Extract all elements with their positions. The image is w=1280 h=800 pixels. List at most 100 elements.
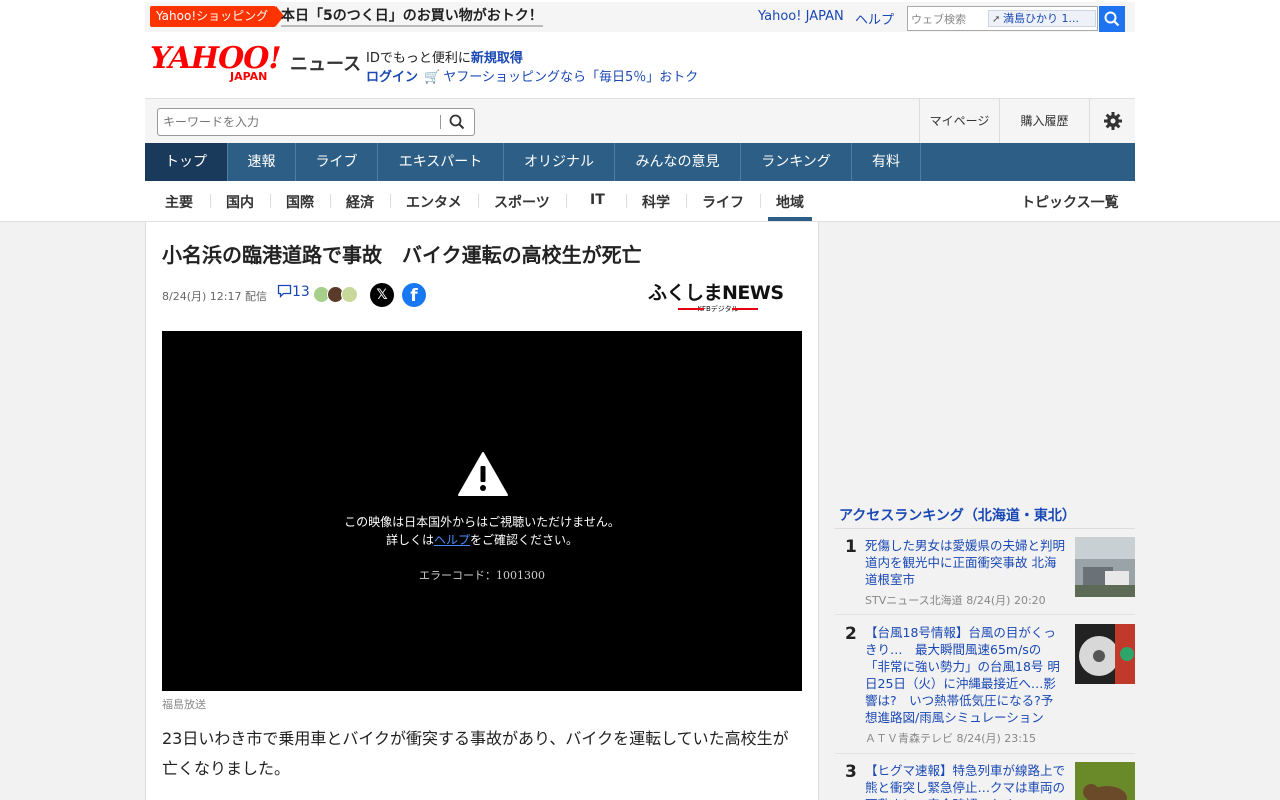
comment-link[interactable]: 13 [277, 284, 310, 300]
shopping-link[interactable]: ヤフーショッピングなら「毎日5％」おトク [443, 70, 698, 85]
video-help-post: をご確認ください。 [470, 533, 579, 547]
ranking-headline-box: 【ヒグマ速報】特急列車が線路上で熊と衝突し緊急停止…クマは車両の下敷きに 安全確… [865, 762, 1065, 800]
login-prompt: IDでもっと便利に [366, 51, 471, 66]
ranking-headline: 【ヒグマ速報】特急列車が線路上で熊と衝突し緊急停止…クマは車両の下敷きに 安全確… [865, 763, 1066, 800]
subnav-divider [390, 194, 391, 208]
video-caption: 福島放送 [162, 698, 206, 711]
article-body: 23日いわき市で乗用車とバイクが衝突する事故があり、バイクを運転していた高校生が… [162, 729, 789, 778]
web-search-placeholder: ウェブ検索 [911, 13, 966, 26]
subnav-domestic[interactable]: 国内 [226, 192, 254, 212]
trending-arrow-icon: ➚ [992, 14, 1001, 25]
ranking-thumbnail [1075, 762, 1135, 800]
login-link[interactable]: ログイン [366, 70, 418, 85]
ranking-number: 1 [845, 537, 857, 557]
nav-ranking[interactable]: ランキング [741, 143, 852, 181]
source-logo[interactable]: ふくしまNEWS KFBデジタル [648, 278, 788, 314]
article-meta: 8/24(月) 12:17 配信 [162, 288, 267, 304]
subnav-divider [270, 194, 271, 208]
comment-icon [277, 284, 292, 299]
subnav-economy[interactable]: 経済 [346, 192, 374, 212]
promo-bar: Yahoo!ショッピング 本日「5のつく日」のお買い物がおトク！ Yahoo! … [145, 2, 1135, 32]
video-help-link[interactable]: ヘルプ [434, 533, 470, 547]
avatar [341, 286, 358, 303]
ranking-item[interactable]: 3 【ヒグマ速報】特急列車が線路上で熊と衝突し緊急停止…クマは車両の下敷きに 安… [835, 762, 1135, 800]
subnav-divider [330, 194, 331, 208]
login-line: ログイン 🛒 ヤフーショッピングなら「毎日5％」おトク [366, 66, 698, 85]
search-icon[interactable] [448, 113, 466, 131]
mypage-button[interactable]: マイページ [919, 99, 999, 144]
ranking-date: 8/24(月) 23:15 [956, 732, 1036, 745]
ranking-item[interactable]: 1 死傷した男女は愛媛県の夫婦と判明 道内を観光中に正面衝突事故 北海道根室市 … [835, 537, 1135, 615]
yahoo-japan-link[interactable]: Yahoo! JAPAN [758, 9, 844, 24]
ranking-headline-box: 【台風18号情報】台風の目がくっきり… 最大瞬間風速65m/sの「非常に強い勢力… [865, 624, 1065, 747]
ranking-number: 3 [845, 762, 857, 782]
logo-sub: JAPAN [230, 70, 268, 83]
settings-button[interactable] [1089, 99, 1135, 144]
web-search-button[interactable] [1099, 6, 1125, 32]
ranking-title[interactable]: アクセスランキング（北海道・東北） [839, 505, 1076, 525]
search-icon [1104, 11, 1120, 27]
ranking-source-line: STVニュース北海道 8/24(月) 20:20 [865, 592, 1065, 609]
subnav-science[interactable]: 科学 [642, 192, 670, 212]
promo-link[interactable]: 本日「5のつく日」のお買い物がおトク！ [281, 7, 543, 27]
search-suggestion[interactable]: ➚ 満島ひかり 1... [988, 10, 1096, 27]
topics-list-link[interactable]: トピックス一覧 [1021, 192, 1119, 212]
ranking-source: ＡＴＶ青森テレビ [865, 732, 953, 745]
search-suggestion-text: 満島ひかり 1... [1003, 12, 1079, 25]
ranking-thumbnail [1075, 624, 1135, 684]
ranking-headline: 【台風18号情報】台風の目がくっきり… 最大瞬間風速65m/sの「非常に強い勢力… [865, 625, 1060, 725]
ranking-thumbnail [1075, 537, 1135, 597]
subnav-sports[interactable]: スポーツ [494, 192, 550, 212]
video-geo-message: この映像は日本国外からはご視聴いただけません。 [344, 515, 620, 529]
login-prompt-line: IDでもっと便利に新規取得 [366, 47, 523, 66]
comment-count: 13 [292, 284, 310, 300]
warning-icon [458, 452, 508, 496]
nav-top[interactable]: トップ [145, 143, 228, 181]
nav-expert[interactable]: エキスパート [378, 143, 504, 181]
share-facebook-button[interactable]: f [402, 283, 426, 307]
subnav-life[interactable]: ライフ [702, 192, 744, 212]
source-logo-sub: KFBデジタル [648, 304, 788, 314]
source-logo-name: ふくしまNEWS [648, 282, 784, 304]
subnav-it[interactable]: IT [590, 192, 605, 208]
main-nav: トップ 速報 ライブ エキスパート オリジナル みんなの意見 ランキング 有料 [145, 143, 1135, 181]
help-link[interactable]: ヘルプ [855, 9, 894, 28]
gear-icon [1103, 112, 1122, 130]
nav-opinions[interactable]: みんなの意見 [615, 143, 741, 181]
sub-nav: 主要 国内 国際 経済 エンタメ スポーツ IT 科学 ライフ 地域 トピックス… [145, 181, 1135, 221]
ranking-source-line: ＡＴＶ青森テレビ 8/24(月) 23:15 [865, 730, 1065, 747]
subnav-main[interactable]: 主要 [165, 192, 193, 212]
shopping-badge[interactable]: Yahoo!ショッピング [150, 6, 285, 27]
subnav-divider [478, 194, 479, 208]
purchase-history-button[interactable]: 購入履歴 [999, 99, 1089, 144]
subnav-divider [626, 194, 627, 208]
nav-original[interactable]: オリジナル [504, 143, 615, 181]
video-help-pre: 詳しくは [385, 533, 434, 547]
subnav-divider [210, 194, 211, 208]
ranking-divider [835, 528, 1135, 529]
news-brand[interactable]: ニュース [290, 50, 361, 76]
search-divider [440, 115, 441, 129]
subnav-entertainment[interactable]: エンタメ [406, 192, 462, 212]
ranking-date: 8/24(月) 20:20 [966, 594, 1046, 607]
video-player[interactable]: この映像は日本国外からはご視聴いただけません。 詳しくはヘルプをご確認ください。… [162, 331, 802, 691]
yahoo-japan-logo[interactable]: YAHOO! JAPAN [150, 44, 282, 84]
web-search-input[interactable]: ウェブ検索 ➚ 満島ひかり 1... [907, 6, 1098, 31]
subnav-divider [686, 194, 687, 208]
keyword-input[interactable] [163, 115, 428, 129]
ranking-item[interactable]: 2 【台風18号情報】台風の目がくっきり… 最大瞬間風速65m/sの「非常に強い… [835, 624, 1135, 754]
signup-link[interactable]: 新規取得 [471, 51, 523, 66]
nav-paid[interactable]: 有料 [852, 143, 921, 181]
nav-live[interactable]: ライブ [296, 143, 378, 181]
cart-icon: 🛒 [424, 70, 441, 85]
nav-breaking[interactable]: 速報 [228, 143, 296, 181]
share-x-button[interactable]: 𝕏 [370, 283, 394, 307]
subnav-world[interactable]: 国際 [286, 192, 314, 212]
ranking-number: 2 [845, 624, 857, 644]
search-row: マイページ 購入履歴 [145, 98, 1135, 144]
article-title: 小名浜の臨港道路で事故 バイク運転の高校生が死亡 [162, 243, 642, 267]
subnav-divider [760, 194, 761, 208]
video-error-code: エラーコード：1001300 [419, 569, 545, 582]
subnav-local[interactable]: 地域 [776, 192, 804, 212]
subnav-divider [566, 194, 567, 208]
